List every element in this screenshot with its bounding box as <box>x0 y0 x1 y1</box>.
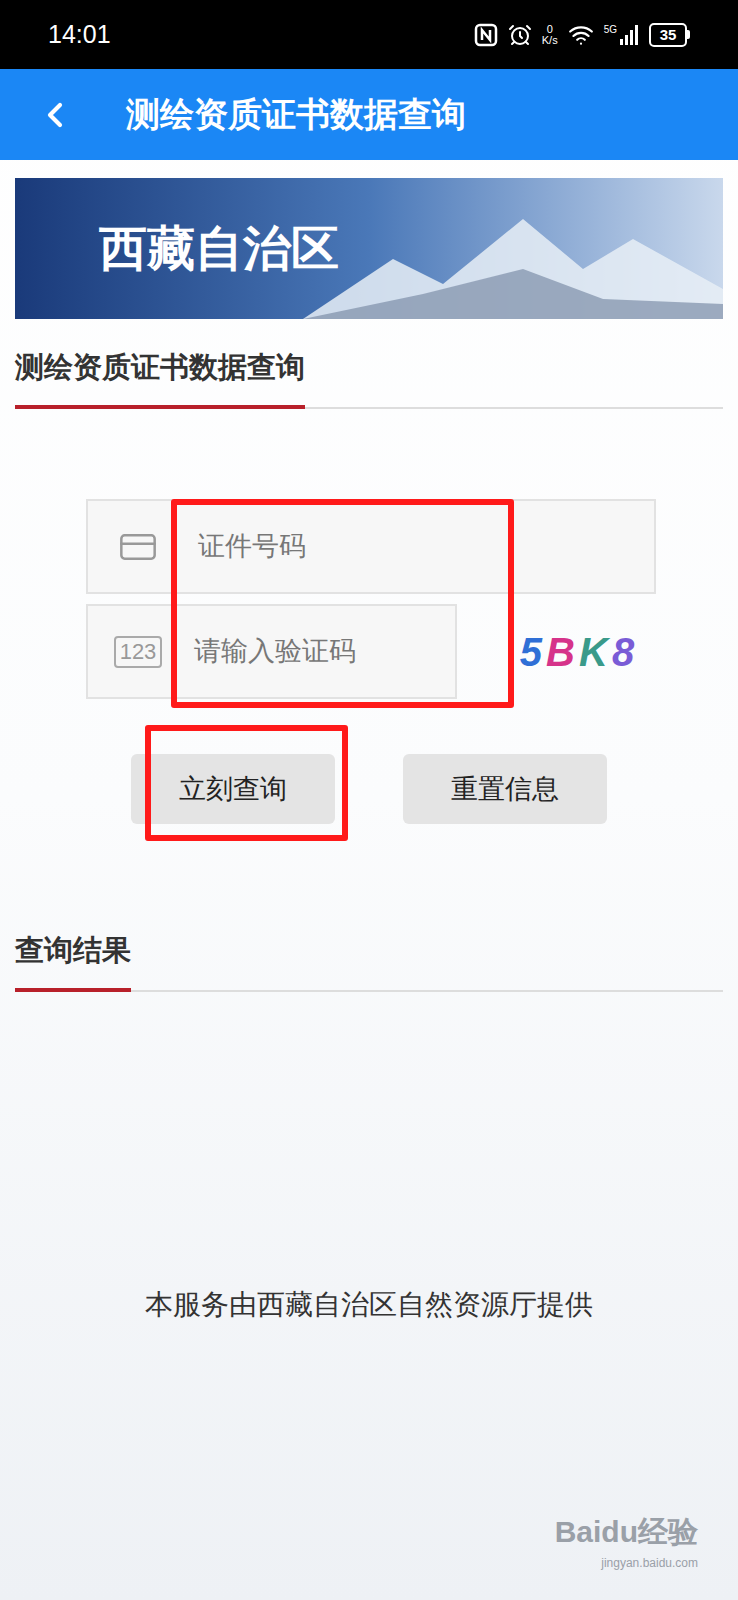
id-placeholder: 证件号码 <box>198 526 306 567</box>
card-icon <box>118 527 158 567</box>
captcha-placeholder: 请输入验证码 <box>194 631 356 672</box>
captcha-char: 8 <box>612 622 634 682</box>
nfc-icon <box>474 23 498 47</box>
captcha-char: K <box>579 622 608 682</box>
alarm-icon <box>508 23 532 47</box>
header-title: 测绘资质证书数据查询 <box>126 89 466 140</box>
captcha-char: B <box>546 622 575 682</box>
query-form: 证件号码 123 请输入验证码 5BK8 立刻查询重置信息 <box>86 499 738 824</box>
annotation-box <box>145 725 348 841</box>
reset-button[interactable]: 重置信息 <box>403 754 607 824</box>
app: 14:010K/s5G35测绘资质证书数据查询西藏自治区测绘资质证书数据查询证件… <box>0 0 738 1600</box>
network-speed: 0K/s <box>542 24 558 46</box>
footer-text: 本服务由西藏自治区自然资源厅提供 <box>0 1284 738 1326</box>
captcha-image[interactable]: 5BK8 <box>497 612 657 692</box>
watermark: Baidu经验jingyan.baidu.com <box>555 1509 698 1572</box>
result-section-title: 查询结果 <box>0 932 738 992</box>
captcha-char: 5 <box>520 622 542 682</box>
back-icon <box>35 95 75 135</box>
query-button[interactable]: 立刻查询 <box>131 754 335 824</box>
battery-icon: 35 <box>649 23 690 47</box>
mountain-icon <box>303 199 723 319</box>
banner-title: 西藏自治区 <box>99 213 339 285</box>
signal-icon <box>619 25 639 45</box>
status-time: 14:01 <box>48 16 111 54</box>
battery-level: 35 <box>660 27 677 43</box>
back-button[interactable] <box>0 69 110 160</box>
form-section-title: 测绘资质证书数据查询 <box>0 349 738 409</box>
banner: 西藏自治区 <box>15 178 723 319</box>
status-bar: 14:01 0K/s 5G 35 <box>0 0 738 69</box>
wifi-icon <box>568 22 594 48</box>
captcha-field[interactable]: 123 请输入验证码 <box>86 604 457 699</box>
annotation-box <box>171 499 514 708</box>
number-icon: 123 <box>114 636 163 668</box>
network-type: 5G <box>604 25 617 35</box>
app-header: 测绘资质证书数据查询 <box>0 69 738 160</box>
